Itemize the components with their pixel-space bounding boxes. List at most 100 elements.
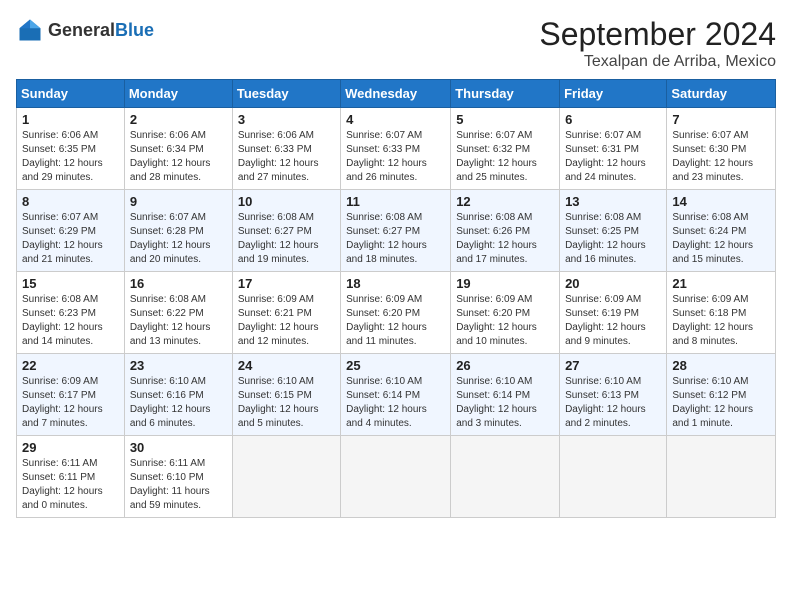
calendar-cell-day-21: 21Sunrise: 6:09 AMSunset: 6:18 PMDayligh… <box>667 272 776 354</box>
day-number: 7 <box>672 112 770 127</box>
day-number: 22 <box>22 358 119 373</box>
day-number: 11 <box>346 194 445 209</box>
calendar-cell-day-16: 16 Sunrise: 6:08 AMSunset: 6:22 PMDayligh… <box>124 272 232 354</box>
month-year: September 2024 <box>539 16 776 53</box>
location: Texalpan de Arriba, Mexico <box>539 53 776 71</box>
calendar-cell-day-4: 4 Sunrise: 6:07 AMSunset: 6:33 PMDaylight… <box>341 108 451 190</box>
cell-content: Sunrise: 6:07 AMSunset: 6:31 PMDaylight:… <box>565 129 661 185</box>
calendar-cell-day-7: 7 Sunrise: 6:07 AMSunset: 6:30 PMDaylight… <box>667 108 776 190</box>
cell-content: Sunrise: 6:09 AMSunset: 6:17 PMDaylight:… <box>22 375 119 431</box>
calendar-cell-day-19: 19 Sunrise: 6:09 AMSunset: 6:20 PMDayligh… <box>451 272 560 354</box>
day-number: 24 <box>238 358 335 373</box>
calendar-week-row: 29 Sunrise: 6:11 AMSunset: 6:11 PMDayligh… <box>17 436 776 518</box>
calendar-cell-day-13: 13Sunrise: 6:08 AMSunset: 6:25 PMDayligh… <box>560 190 667 272</box>
cell-content: Sunrise: 6:09 AMSunset: 6:19 PMDaylight:… <box>565 293 661 349</box>
logo-blue: Blue <box>115 20 154 41</box>
logo: GeneralBlue <box>16 16 154 44</box>
cell-content: Sunrise: 6:06 AMSunset: 6:33 PMDaylight:… <box>238 129 335 185</box>
weekday-header-sunday: Sunday <box>17 80 125 108</box>
cell-content: Sunrise: 6:09 AMSunset: 6:21 PMDaylight:… <box>238 293 335 349</box>
weekday-header-monday: Monday <box>124 80 232 108</box>
cell-content: Sunrise: 6:11 AMSunset: 6:10 PMDaylight:… <box>130 457 227 513</box>
cell-content: Sunrise: 6:10 AMSunset: 6:16 PMDaylight:… <box>130 375 227 431</box>
day-number: 2 <box>130 112 227 127</box>
cell-content: Sunrise: 6:10 AMSunset: 6:13 PMDaylight:… <box>565 375 661 431</box>
day-number: 14 <box>672 194 770 209</box>
day-number: 20 <box>565 276 661 291</box>
calendar-cell-day-20: 20 Sunrise: 6:09 AMSunset: 6:19 PMDayligh… <box>560 272 667 354</box>
day-number: 4 <box>346 112 445 127</box>
cell-content: Sunrise: 6:10 AMSunset: 6:14 PMDaylight:… <box>346 375 445 431</box>
calendar-week-row: 15Sunrise: 6:08 AMSunset: 6:23 PMDayligh… <box>17 272 776 354</box>
cell-content: Sunrise: 6:08 AMSunset: 6:26 PMDaylight:… <box>456 211 554 267</box>
cell-content: Sunrise: 6:08 AMSunset: 6:22 PMDaylight:… <box>130 293 227 349</box>
calendar-cell-day-2: 2 Sunrise: 6:06 AMSunset: 6:34 PMDaylight… <box>124 108 232 190</box>
calendar-cell-day-26: 26 Sunrise: 6:10 AMSunset: 6:14 PMDayligh… <box>451 354 560 436</box>
weekday-header-thursday: Thursday <box>451 80 560 108</box>
calendar-cell-day-8: 8Sunrise: 6:07 AMSunset: 6:29 PMDaylight… <box>17 190 125 272</box>
cell-content: Sunrise: 6:07 AMSunset: 6:33 PMDaylight:… <box>346 129 445 185</box>
weekday-header-row: SundayMondayTuesdayWednesdayThursdayFrid… <box>17 80 776 108</box>
cell-content: Sunrise: 6:07 AMSunset: 6:29 PMDaylight:… <box>22 211 119 267</box>
calendar-cell-day-18: 18Sunrise: 6:09 AMSunset: 6:20 PMDayligh… <box>341 272 451 354</box>
calendar-week-row: 8Sunrise: 6:07 AMSunset: 6:29 PMDaylight… <box>17 190 776 272</box>
calendar-cell-day-17: 17 Sunrise: 6:09 AMSunset: 6:21 PMDayligh… <box>232 272 340 354</box>
calendar-cell-day-9: 9Sunrise: 6:07 AMSunset: 6:28 PMDaylight… <box>124 190 232 272</box>
calendar-cell-day-1: 1Sunrise: 6:06 AMSunset: 6:35 PMDaylight… <box>17 108 125 190</box>
cell-content: Sunrise: 6:08 AMSunset: 6:25 PMDaylight:… <box>565 211 661 267</box>
day-number: 25 <box>346 358 445 373</box>
cell-content: Sunrise: 6:08 AMSunset: 6:27 PMDaylight:… <box>238 211 335 267</box>
day-number: 19 <box>456 276 554 291</box>
weekday-header-friday: Friday <box>560 80 667 108</box>
cell-content: Sunrise: 6:08 AMSunset: 6:24 PMDaylight:… <box>672 211 770 267</box>
calendar-cell-day-30: 30 Sunrise: 6:11 AMSunset: 6:10 PMDayligh… <box>124 436 232 518</box>
calendar-table: SundayMondayTuesdayWednesdayThursdayFrid… <box>16 79 776 518</box>
calendar-cell-empty <box>451 436 560 518</box>
calendar-cell-day-5: 5Sunrise: 6:07 AMSunset: 6:32 PMDaylight… <box>451 108 560 190</box>
day-number: 16 <box>130 276 227 291</box>
day-number: 17 <box>238 276 335 291</box>
weekday-header-saturday: Saturday <box>667 80 776 108</box>
day-number: 10 <box>238 194 335 209</box>
calendar-week-row: 1Sunrise: 6:06 AMSunset: 6:35 PMDaylight… <box>17 108 776 190</box>
cell-content: Sunrise: 6:11 AMSunset: 6:11 PMDaylight:… <box>22 457 119 513</box>
cell-content: Sunrise: 6:08 AMSunset: 6:23 PMDaylight:… <box>22 293 119 349</box>
weekday-header-tuesday: Tuesday <box>232 80 340 108</box>
cell-content: Sunrise: 6:07 AMSunset: 6:32 PMDaylight:… <box>456 129 554 185</box>
calendar-cell-empty <box>341 436 451 518</box>
day-number: 12 <box>456 194 554 209</box>
day-number: 23 <box>130 358 227 373</box>
cell-content: Sunrise: 6:09 AMSunset: 6:20 PMDaylight:… <box>456 293 554 349</box>
calendar-cell-empty <box>232 436 340 518</box>
calendar-cell-day-23: 23 Sunrise: 6:10 AMSunset: 6:16 PMDayligh… <box>124 354 232 436</box>
page-header: GeneralBlue September 2024 Texalpan de A… <box>16 16 776 71</box>
day-number: 28 <box>672 358 770 373</box>
title-area: September 2024 Texalpan de Arriba, Mexic… <box>539 16 776 71</box>
calendar-cell-day-29: 29 Sunrise: 6:11 AMSunset: 6:11 PMDayligh… <box>17 436 125 518</box>
cell-content: Sunrise: 6:10 AMSunset: 6:15 PMDaylight:… <box>238 375 335 431</box>
cell-content: Sunrise: 6:10 AMSunset: 6:14 PMDaylight:… <box>456 375 554 431</box>
day-number: 9 <box>130 194 227 209</box>
calendar-cell-day-6: 6Sunrise: 6:07 AMSunset: 6:31 PMDaylight… <box>560 108 667 190</box>
calendar-cell-empty <box>560 436 667 518</box>
calendar-week-row: 22 Sunrise: 6:09 AMSunset: 6:17 PMDayligh… <box>17 354 776 436</box>
cell-content: Sunrise: 6:06 AMSunset: 6:34 PMDaylight:… <box>130 129 227 185</box>
day-number: 3 <box>238 112 335 127</box>
day-number: 21 <box>672 276 770 291</box>
logo-icon <box>16 16 44 44</box>
logo-general: General <box>48 20 115 41</box>
calendar-cell-day-14: 14 Sunrise: 6:08 AMSunset: 6:24 PMDayligh… <box>667 190 776 272</box>
calendar-cell-day-10: 10 Sunrise: 6:08 AMSunset: 6:27 PMDayligh… <box>232 190 340 272</box>
calendar-cell-day-28: 28 Sunrise: 6:10 AMSunset: 6:12 PMDayligh… <box>667 354 776 436</box>
day-number: 29 <box>22 440 119 455</box>
cell-content: Sunrise: 6:10 AMSunset: 6:12 PMDaylight:… <box>672 375 770 431</box>
day-number: 30 <box>130 440 227 455</box>
cell-content: Sunrise: 6:07 AMSunset: 6:30 PMDaylight:… <box>672 129 770 185</box>
calendar-cell-day-3: 3 Sunrise: 6:06 AMSunset: 6:33 PMDaylight… <box>232 108 340 190</box>
cell-content: Sunrise: 6:09 AMSunset: 6:20 PMDaylight:… <box>346 293 445 349</box>
calendar-cell-day-24: 24 Sunrise: 6:10 AMSunset: 6:15 PMDayligh… <box>232 354 340 436</box>
day-number: 26 <box>456 358 554 373</box>
calendar-cell-day-11: 11Sunrise: 6:08 AMSunset: 6:27 PMDayligh… <box>341 190 451 272</box>
cell-content: Sunrise: 6:06 AMSunset: 6:35 PMDaylight:… <box>22 129 119 185</box>
logo-text: GeneralBlue <box>48 20 154 41</box>
